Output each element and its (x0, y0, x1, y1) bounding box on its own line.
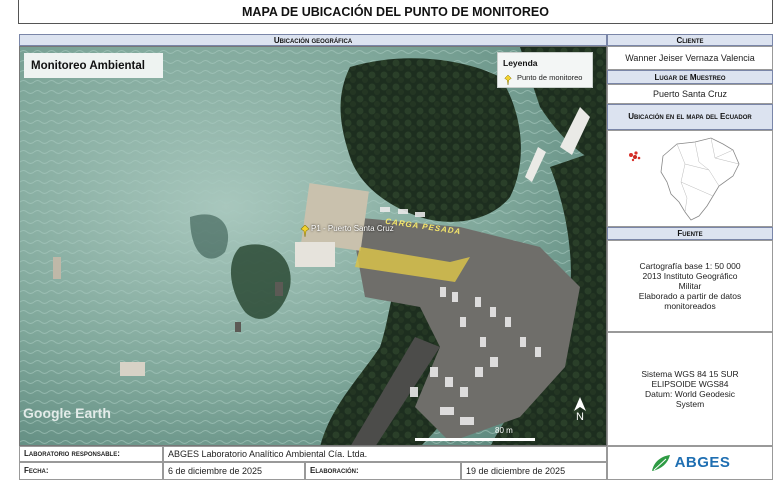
elaboracion-label: Elaboración: (305, 462, 461, 480)
north-label: N (576, 411, 584, 423)
fuente-header: Fuente (607, 227, 773, 240)
legend-title: Leyenda (503, 58, 538, 68)
legend-item-label: Punto de monitoreo (517, 73, 583, 82)
lab-value: ABGES Laboratorio Analítico Ambiental Cí… (163, 446, 607, 462)
page-title: MAPA DE UBICACIÓN DEL PUNTO DE MONITOREO (18, 0, 773, 24)
fuente-text: Cartografía base 1: 50 000 2013 Institut… (607, 240, 773, 332)
satellite-image (20, 47, 606, 445)
ecuador-map-image (629, 137, 740, 221)
north-arrow: N (573, 397, 587, 433)
fuente-line: monitoreados (664, 301, 716, 312)
lugar-header: Lugar de Muestreo (607, 70, 773, 84)
fuente-line: 2013 Instituto Geográfico (642, 270, 738, 281)
sistema-line: Datum: World Geodesic (644, 389, 736, 399)
fecha-value: 6 de diciembre de 2025 (163, 462, 305, 480)
google-earth-watermark: Google Earth (23, 405, 111, 421)
sistema-line: System (675, 399, 705, 410)
monitoring-point-marker[interactable] (299, 224, 311, 238)
abges-logo: ABGES (607, 446, 773, 480)
fecha-label: Fecha: (19, 462, 163, 480)
lugar-value: Puerto Santa Cruz (607, 84, 773, 104)
map-inset-title: Monitoreo Ambiental (24, 53, 163, 78)
map-header: Ubicación geográfica (19, 34, 607, 46)
sistema-line: Sistema WGS 84 15 SUR (641, 368, 739, 379)
monitoring-point-label: P1 - Puerto Santa Cruz (311, 224, 394, 233)
pushpin-icon (300, 224, 310, 238)
fuente-line: Militar (678, 280, 702, 291)
sistema-line: ELIPSOIDE WGS84 (651, 378, 729, 389)
cliente-value: Wanner Jeiser Vernaza Valencia (607, 46, 773, 70)
cliente-header: Cliente (607, 34, 773, 46)
leaf-logo-icon (651, 455, 670, 471)
satellite-map[interactable]: CARGA PESADA P1 - Puerto Santa Cruz Moni… (19, 46, 607, 446)
map-legend: Leyenda Punto de monitoreo (497, 52, 593, 88)
north-arrow-icon (574, 397, 586, 411)
fuente-line: Cartografía base 1: 50 000 (639, 260, 741, 271)
ecuador-locator-map (607, 130, 773, 227)
ubicacion-header: Ubicación en el mapa del Ecuador (607, 104, 773, 130)
legend-pushpin-icon (503, 72, 513, 86)
scale-bar (415, 438, 535, 441)
logo-text: ABGES (674, 454, 731, 471)
elaboracion-value: 19 de diciembre de 2025 (461, 462, 607, 480)
sistema-text: Sistema WGS 84 15 SUR ELIPSOIDE WGS84 Da… (607, 332, 773, 446)
lab-label: Laboratorio responsable: (19, 446, 163, 462)
scale-label: 80 m (495, 426, 513, 435)
fuente-line: Elaborado a partir de datos (638, 291, 742, 302)
